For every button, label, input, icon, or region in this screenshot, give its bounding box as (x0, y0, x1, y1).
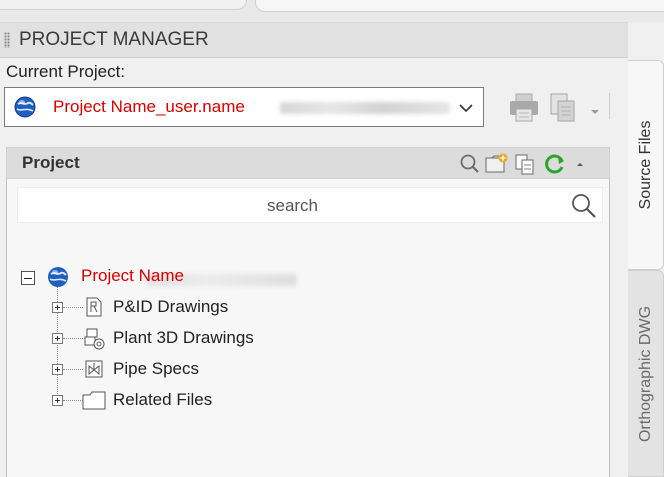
side-tab-label: Orthographic DWG (636, 305, 654, 442)
tree-item-related-files[interactable]: Related Files (7, 388, 607, 414)
project-manager-palette: PROJECT MANAGER Current Project: Project… (0, 22, 628, 477)
search-icon[interactable] (570, 192, 598, 225)
project-panel-title: Project (22, 153, 80, 172)
side-tab-label: Source Files (636, 120, 654, 210)
tree-item-plant-3d-drawings[interactable]: Plant 3D Drawings (7, 326, 607, 352)
tree-connector (63, 369, 83, 370)
plant-3d-drawings-icon (81, 326, 107, 357)
side-tab-orthographic-dwg[interactable]: Orthographic DWG (628, 270, 664, 477)
expand-icon[interactable] (52, 333, 63, 344)
project-search-box (17, 187, 603, 225)
copy-caret-icon[interactable] (590, 103, 600, 121)
collapse-icon[interactable] (21, 271, 35, 285)
tree-item-label: Pipe Specs (113, 359, 199, 378)
expand-icon[interactable] (52, 364, 63, 375)
pipe-specs-icon (83, 358, 105, 385)
grip-handle-icon[interactable] (4, 32, 10, 48)
current-project-dropdown[interactable]: Project Name_user.name (4, 87, 484, 127)
folder-icon (81, 390, 107, 417)
palette-title-bar[interactable]: PROJECT MANAGER (0, 23, 628, 58)
project-root-name: Project Name (81, 266, 184, 285)
redacted-text (280, 102, 450, 114)
new-folder-icon[interactable] (483, 152, 511, 181)
globe-icon (14, 96, 36, 123)
expand-icon[interactable] (52, 302, 63, 313)
project-search-input[interactable] (18, 188, 567, 224)
tree-item-label: P&ID Drawings (113, 297, 229, 316)
toolbar-separator (609, 93, 610, 119)
tree-item-pid-drawings[interactable]: P&ID Drawings (7, 295, 607, 321)
tree-connector (63, 338, 83, 339)
project-tree-panel: Project Name P&ID Drawings (6, 179, 610, 477)
refresh-icon[interactable] (542, 152, 568, 181)
chevron-down-icon[interactable] (455, 98, 477, 118)
top-tab-strip (0, 0, 664, 22)
project-panel-toolbar (459, 152, 609, 176)
copy-icon[interactable] (546, 91, 580, 130)
side-tab-source-files[interactable]: Source Files (628, 60, 664, 270)
print-icon[interactable] (507, 91, 541, 130)
tree-connector (63, 400, 83, 401)
top-tab-right[interactable] (255, 0, 664, 12)
copy-files-icon[interactable] (513, 152, 539, 181)
caret-up-icon[interactable] (575, 156, 585, 177)
top-tab-left[interactable] (0, 0, 247, 10)
current-project-name: Project Name_user.name (53, 97, 245, 116)
current-project-label: Current Project: (6, 62, 126, 81)
tree-item-pipe-specs[interactable]: Pipe Specs (7, 357, 607, 383)
project-manager-window: PROJECT MANAGER Current Project: Project… (0, 0, 664, 477)
pid-drawings-icon (83, 296, 105, 323)
tree-connector (63, 307, 83, 308)
globe-icon (47, 266, 69, 293)
search-icon[interactable] (459, 152, 481, 181)
tree-item-label: Plant 3D Drawings (113, 328, 254, 347)
palette-title: PROJECT MANAGER (19, 29, 209, 50)
project-panel-header[interactable]: Project (6, 147, 610, 179)
expand-icon[interactable] (52, 395, 63, 406)
tree-item-label: Related Files (113, 390, 213, 409)
